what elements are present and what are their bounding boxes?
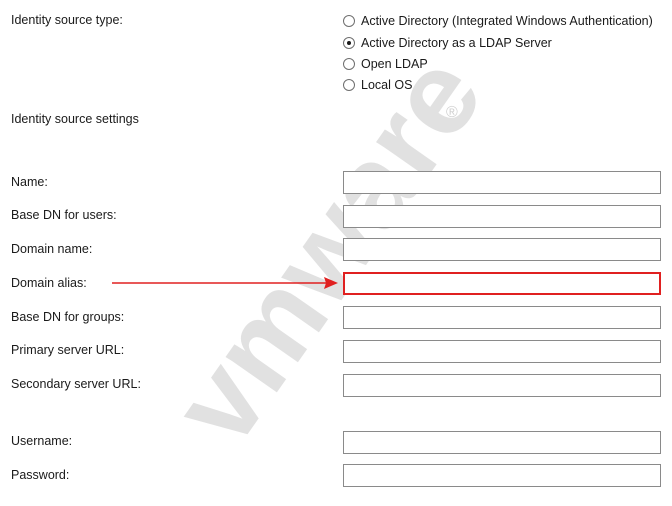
radio-label: Active Directory as a LDAP Server — [361, 36, 552, 50]
primary-server-url-label: Primary server URL: — [11, 343, 125, 357]
domain-alias-label: Domain alias: — [11, 276, 87, 290]
primary-server-url-field[interactable] — [343, 340, 661, 363]
name-label: Name: — [11, 175, 48, 189]
base-dn-groups-label: Base DN for groups: — [11, 310, 125, 324]
radio-button-icon[interactable] — [343, 58, 355, 70]
radio-local-os[interactable]: Local OS — [343, 76, 412, 94]
domain-alias-field[interactable] — [343, 272, 661, 295]
domain-name-field[interactable] — [343, 238, 661, 261]
watermark-registered-mark: ® — [446, 104, 458, 121]
identity-source-settings-heading: Identity source settings — [11, 112, 139, 126]
radio-label: Active Directory (Integrated Windows Aut… — [361, 14, 653, 28]
radio-active-directory-iwa[interactable]: Active Directory (Integrated Windows Aut… — [343, 12, 653, 30]
secondary-server-url-field[interactable] — [343, 374, 661, 397]
base-dn-users-label: Base DN for users: — [11, 208, 117, 222]
radio-label: Local OS — [361, 78, 413, 92]
radio-button-icon[interactable] — [343, 79, 355, 91]
identity-source-type-label: Identity source type: — [11, 13, 123, 27]
radio-button-icon[interactable] — [343, 15, 355, 27]
radio-button-checked-icon[interactable] — [343, 37, 355, 49]
domain-name-label: Domain name: — [11, 242, 93, 256]
base-dn-groups-field[interactable] — [343, 306, 661, 329]
radio-label: Open LDAP — [361, 57, 428, 71]
username-label: Username: — [11, 434, 73, 448]
username-field[interactable] — [343, 431, 661, 454]
secondary-server-url-label: Secondary server URL: — [11, 377, 141, 391]
name-field[interactable] — [343, 171, 661, 194]
password-label: Password: — [11, 468, 70, 482]
radio-open-ldap[interactable]: Open LDAP — [343, 55, 428, 73]
password-field[interactable] — [343, 464, 661, 487]
radio-active-directory-ldap[interactable]: Active Directory as a LDAP Server — [343, 34, 552, 52]
base-dn-users-field[interactable] — [343, 205, 661, 228]
